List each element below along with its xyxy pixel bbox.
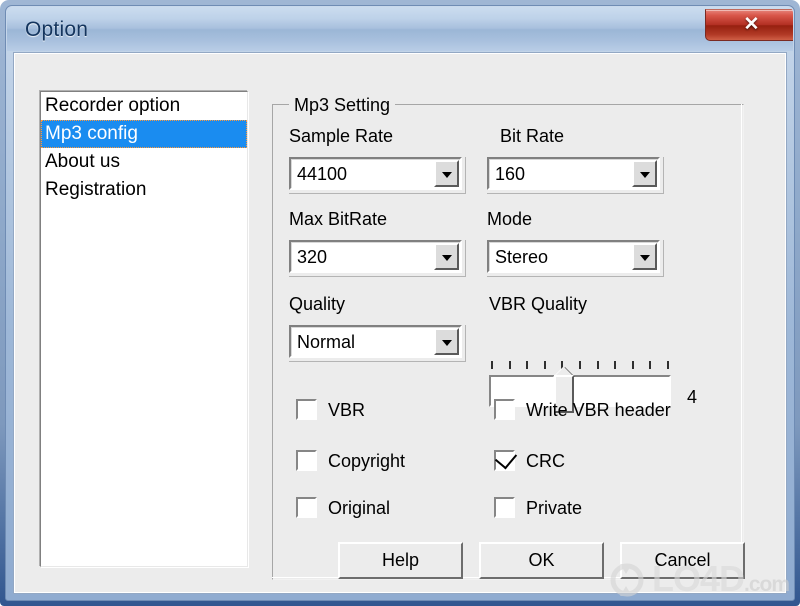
checkbox-write-vbr-header-box[interactable] (494, 399, 515, 420)
mode-combo[interactable]: Stereo (487, 240, 660, 273)
sample-rate-label: Sample Rate (289, 126, 394, 146)
slider-tick (614, 361, 617, 369)
vbr-quality-ticks (491, 359, 669, 371)
bit-rate-dropdown-button[interactable] (632, 160, 657, 187)
slider-tick (526, 361, 529, 369)
quality-value: Normal (297, 332, 356, 352)
bit-rate-label: Bit Rate (500, 126, 565, 146)
slider-tick (491, 361, 493, 369)
list-item-recorder-option[interactable]: Recorder option (41, 92, 247, 120)
sample-rate-dropdown-button[interactable] (434, 160, 459, 187)
checkbox-copyright-label: Copyright (328, 451, 406, 471)
help-button[interactable]: Help (338, 542, 463, 579)
slider-tick (631, 361, 634, 369)
window-frame-inner: Option ✕ Recorder option Mp3 config Abou… (5, 5, 795, 601)
checkbox-vbr-box[interactable] (296, 399, 317, 420)
checkbox-vbr-label: VBR (328, 400, 366, 420)
checkbox-crc-label: CRC (526, 451, 565, 471)
ok-button[interactable]: OK (479, 542, 604, 579)
checkbox-private-label: Private (526, 498, 583, 518)
mode-dropdown-button[interactable] (632, 243, 657, 270)
slider-tick (543, 361, 546, 369)
checkbox-write-vbr-header-label: Write VBR header (526, 400, 671, 420)
quality-combo[interactable]: Normal (289, 325, 462, 358)
quality-dropdown-button[interactable] (434, 328, 459, 355)
check-icon (494, 446, 518, 470)
max-bitrate-value: 320 (297, 247, 328, 267)
chevron-down-icon (441, 254, 452, 261)
mp3-setting-group-title: Mp3 Setting (289, 95, 396, 116)
slider-tick (596, 361, 599, 369)
checkbox-original-box[interactable] (296, 497, 317, 518)
category-listbox[interactable]: Recorder option Mp3 config About us Regi… (40, 91, 248, 567)
mode-value: Stereo (495, 247, 549, 267)
chevron-down-icon (441, 339, 452, 346)
checkbox-copyright-box[interactable] (296, 450, 317, 471)
quality-label: Quality (289, 294, 346, 314)
max-bitrate-label: Max BitRate (289, 209, 388, 229)
dialog-client-area: Recorder option Mp3 config About us Regi… (14, 53, 786, 593)
list-item-about-us[interactable]: About us (41, 148, 247, 176)
cancel-button[interactable]: Cancel (620, 542, 745, 579)
chevron-down-icon (639, 171, 650, 178)
slider-tick (667, 361, 669, 369)
window-frame: Option ✕ Recorder option Mp3 config Abou… (0, 0, 800, 606)
list-item-registration[interactable]: Registration (41, 176, 247, 204)
sample-rate-combo[interactable]: 44100 (289, 157, 462, 190)
bit-rate-value: 160 (495, 164, 526, 184)
sample-rate-value: 44100 (297, 164, 348, 184)
close-button[interactable]: ✕ (705, 9, 793, 41)
checkbox-original-label: Original (328, 498, 391, 518)
mode-label: Mode (487, 209, 533, 229)
vbr-quality-label: VBR Quality (489, 294, 588, 314)
chevron-down-icon (441, 171, 452, 178)
max-bitrate-dropdown-button[interactable] (434, 243, 459, 270)
max-bitrate-combo[interactable]: 320 (289, 240, 462, 273)
slider-tick (649, 361, 652, 369)
vbr-quality-value: 4 (687, 387, 698, 407)
window-title: Option (25, 18, 89, 41)
title-bar[interactable]: Option ✕ (7, 7, 793, 51)
list-item-mp3-config[interactable]: Mp3 config (41, 120, 247, 148)
bit-rate-combo[interactable]: 160 (487, 157, 660, 190)
close-icon: ✕ (743, 14, 760, 35)
checkbox-crc-box[interactable] (494, 446, 518, 471)
checkbox-private-box[interactable] (494, 497, 515, 518)
slider-tick (508, 361, 511, 369)
slider-tick (579, 361, 581, 369)
chevron-down-icon (639, 254, 650, 261)
